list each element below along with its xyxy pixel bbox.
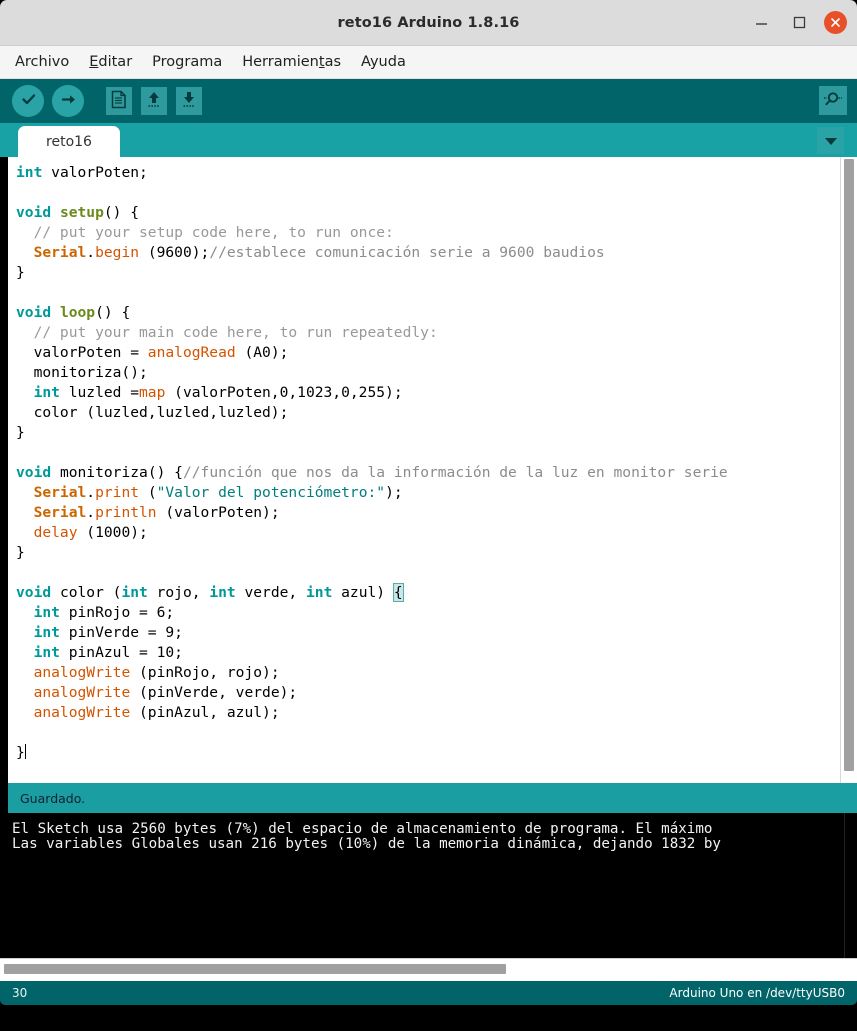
verify-button[interactable]	[12, 85, 44, 117]
console-line-2: Las variables Globales usan 216 bytes (1…	[12, 836, 721, 852]
maximize-icon[interactable]	[786, 10, 812, 36]
console-hscroll-thumb[interactable]	[4, 964, 506, 974]
bottom-status-bar: 30 Arduino Uno en /dev/ttyUSB0	[0, 981, 857, 1005]
status-message: Guardado.	[20, 790, 86, 806]
menu-item-editar[interactable]: Editar	[89, 54, 132, 70]
tab-label: reto16	[46, 133, 92, 150]
arduino-ide-window: reto16 Arduino 1.8.16 Archivo Editar Pro…	[0, 0, 857, 1031]
console-horizontal-scrollbar[interactable]	[0, 958, 857, 981]
editor-scroll-thumb[interactable]	[844, 159, 854, 771]
new-button[interactable]	[106, 87, 132, 115]
toolbar	[0, 79, 857, 123]
open-button[interactable]	[141, 87, 167, 115]
line-number-indicator: 30	[12, 986, 28, 1000]
code-editor[interactable]: int valorPoten; void setup() { // put yo…	[0, 157, 857, 783]
editor-vertical-scrollbar[interactable]	[840, 157, 857, 783]
menu-bar: Archivo Editar Programa Herramientas Ayu…	[0, 46, 857, 79]
tab-bar: reto16	[0, 123, 857, 157]
arrow-down-icon	[181, 90, 197, 113]
minimize-icon[interactable]	[748, 10, 774, 36]
check-icon	[20, 91, 37, 112]
menu-item-ayuda[interactable]: Ayuda	[361, 54, 406, 70]
title-bar: reto16 Arduino 1.8.16	[0, 0, 857, 46]
arrow-up-icon	[146, 90, 162, 113]
new-file-icon	[111, 90, 127, 113]
upload-button[interactable]	[52, 85, 84, 117]
arrow-right-icon	[60, 91, 77, 112]
status-message-bar: Guardado.	[0, 783, 857, 813]
serial-monitor-button[interactable]	[819, 86, 847, 115]
window-controls	[748, 0, 847, 45]
code-content[interactable]: int valorPoten; void setup() { // put yo…	[8, 157, 857, 763]
menu-item-herramientas[interactable]: Herramientas	[242, 54, 341, 70]
menu-item-programa[interactable]: Programa	[152, 54, 222, 70]
menu-item-archivo[interactable]: Archivo	[15, 54, 69, 70]
console-vertical-scrollbar[interactable]	[844, 813, 857, 958]
window-title: reto16 Arduino 1.8.16	[337, 14, 520, 31]
close-icon[interactable]	[824, 11, 847, 34]
tab-menu-button[interactable]	[817, 127, 844, 154]
board-port-indicator: Arduino Uno en /dev/ttyUSB0	[669, 986, 845, 1000]
magnifier-icon	[823, 89, 843, 113]
tab-reto16[interactable]: reto16	[18, 126, 120, 157]
save-button[interactable]	[176, 87, 202, 115]
console-output[interactable]: El Sketch usa 2560 bytes (7%) del espaci…	[0, 813, 857, 958]
chevron-down-icon	[824, 131, 838, 150]
